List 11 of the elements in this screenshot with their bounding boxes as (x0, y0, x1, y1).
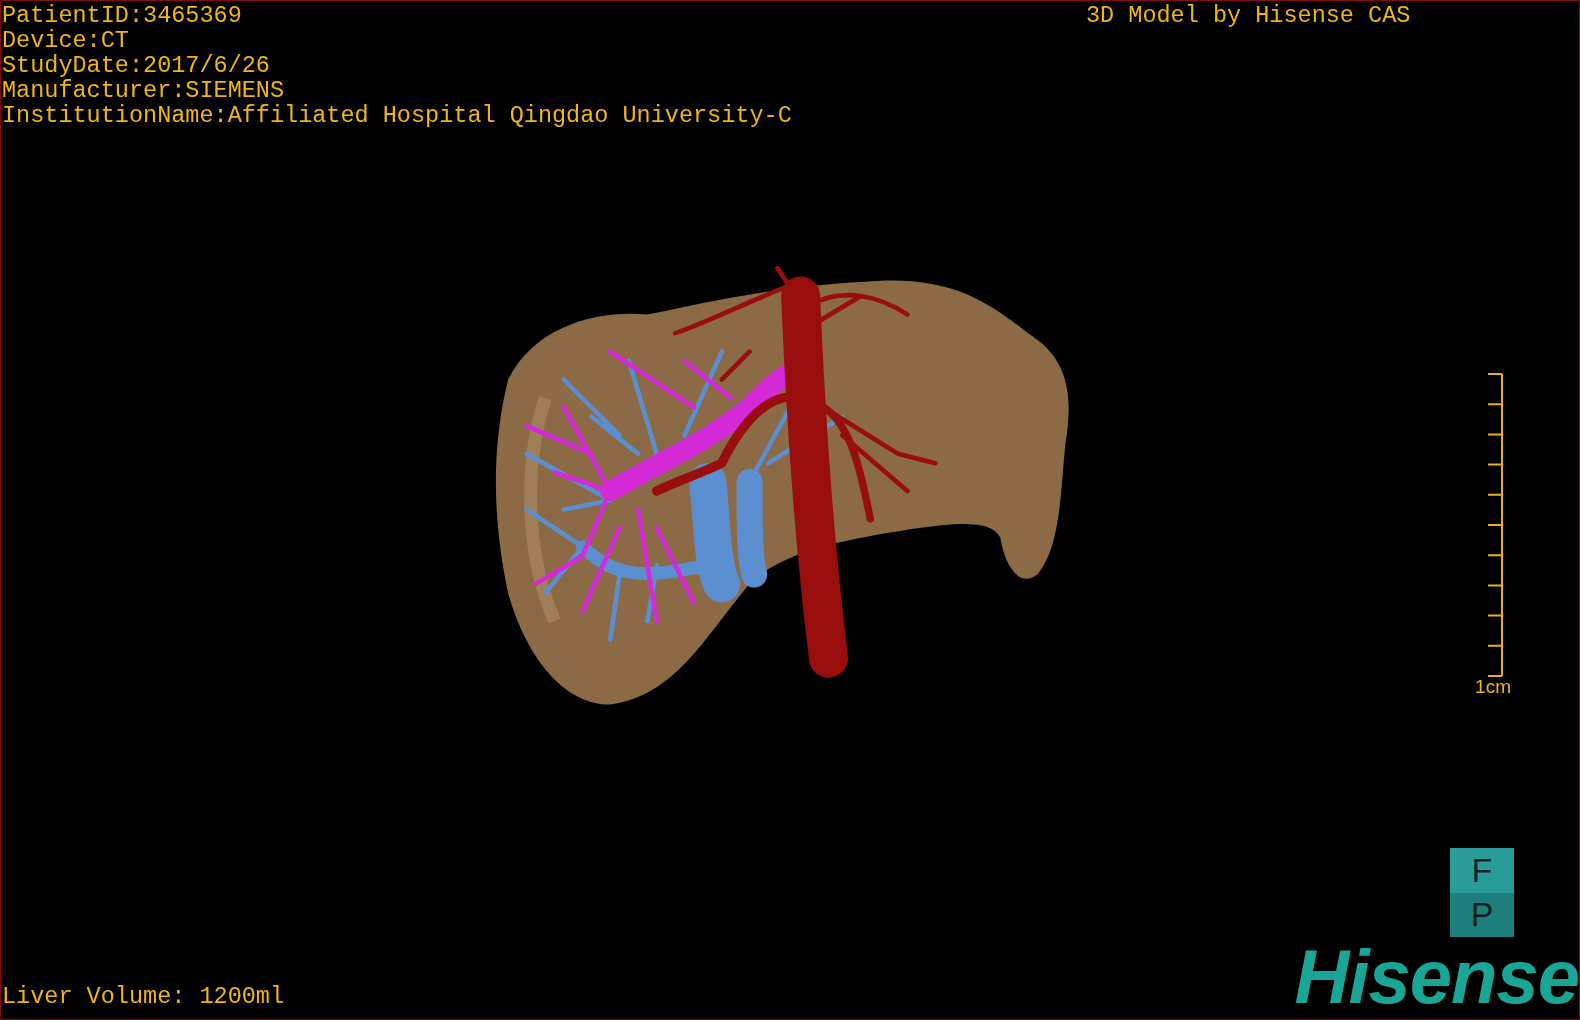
info-line: StudyDate:2017/6/26 (2, 53, 271, 78)
info-line: PatientID:3465369 (2, 3, 243, 28)
logo: Hisense (1294, 937, 1579, 1017)
model-title: 3D Model by Hisense CAS (1086, 3, 1411, 28)
info-line: InstitutionName:Affiliated Hospital Qingdao University-C (2, 103, 792, 128)
info-line: Manufacturer:SIEMENS (2, 78, 286, 103)
cube-face-label: P (1450, 892, 1514, 937)
info-line: Device:CT (2, 28, 130, 53)
volume-readout: Liver Volume: 1200ml (2, 984, 285, 1009)
scale-label: 1cm (1475, 677, 1511, 697)
cube-face-label: F (1450, 848, 1514, 893)
